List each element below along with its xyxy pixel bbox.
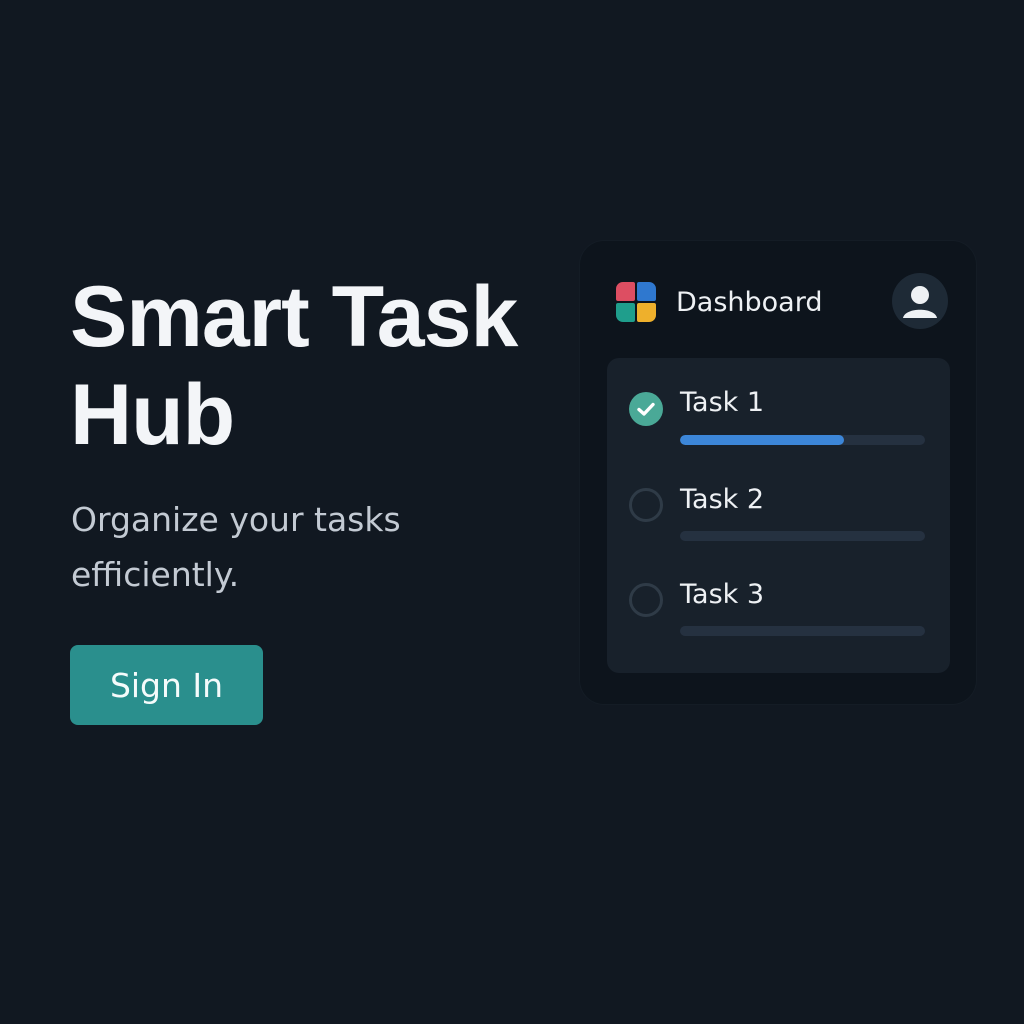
landing-page: Smart Task Hub Organize your tasks effic… — [0, 0, 1024, 1024]
dashboard-title: Dashboard — [676, 287, 823, 318]
task-label: Task 3 — [680, 579, 765, 610]
user-avatar-icon[interactable] — [892, 273, 948, 329]
hero-title: Smart Task Hub — [70, 269, 518, 463]
task-progress-bar — [680, 626, 925, 636]
task-progress-bar — [680, 435, 925, 445]
task-label: Task 2 — [680, 484, 765, 515]
empty-circle-icon[interactable] — [629, 583, 663, 617]
task-item-3[interactable]: Task 3 — [607, 566, 950, 646]
task-list: Task 1 Task 2 Task 3 — [607, 358, 950, 673]
task-progress-fill — [680, 435, 845, 445]
sign-in-button[interactable]: Sign In — [70, 645, 263, 725]
dashboard-preview-card: Dashboard Task 1 Task 2 Task 3 — [580, 241, 976, 704]
hero-subtitle: Organize your tasks efficiently. — [71, 500, 401, 594]
task-item-2[interactable]: Task 2 — [607, 471, 950, 551]
checkmark-icon[interactable] — [629, 392, 663, 426]
four-square-grid-icon — [616, 282, 656, 322]
empty-circle-icon[interactable] — [629, 488, 663, 522]
task-item-1[interactable]: Task 1 — [607, 374, 950, 454]
task-label: Task 1 — [680, 387, 765, 418]
task-progress-bar — [680, 531, 925, 541]
